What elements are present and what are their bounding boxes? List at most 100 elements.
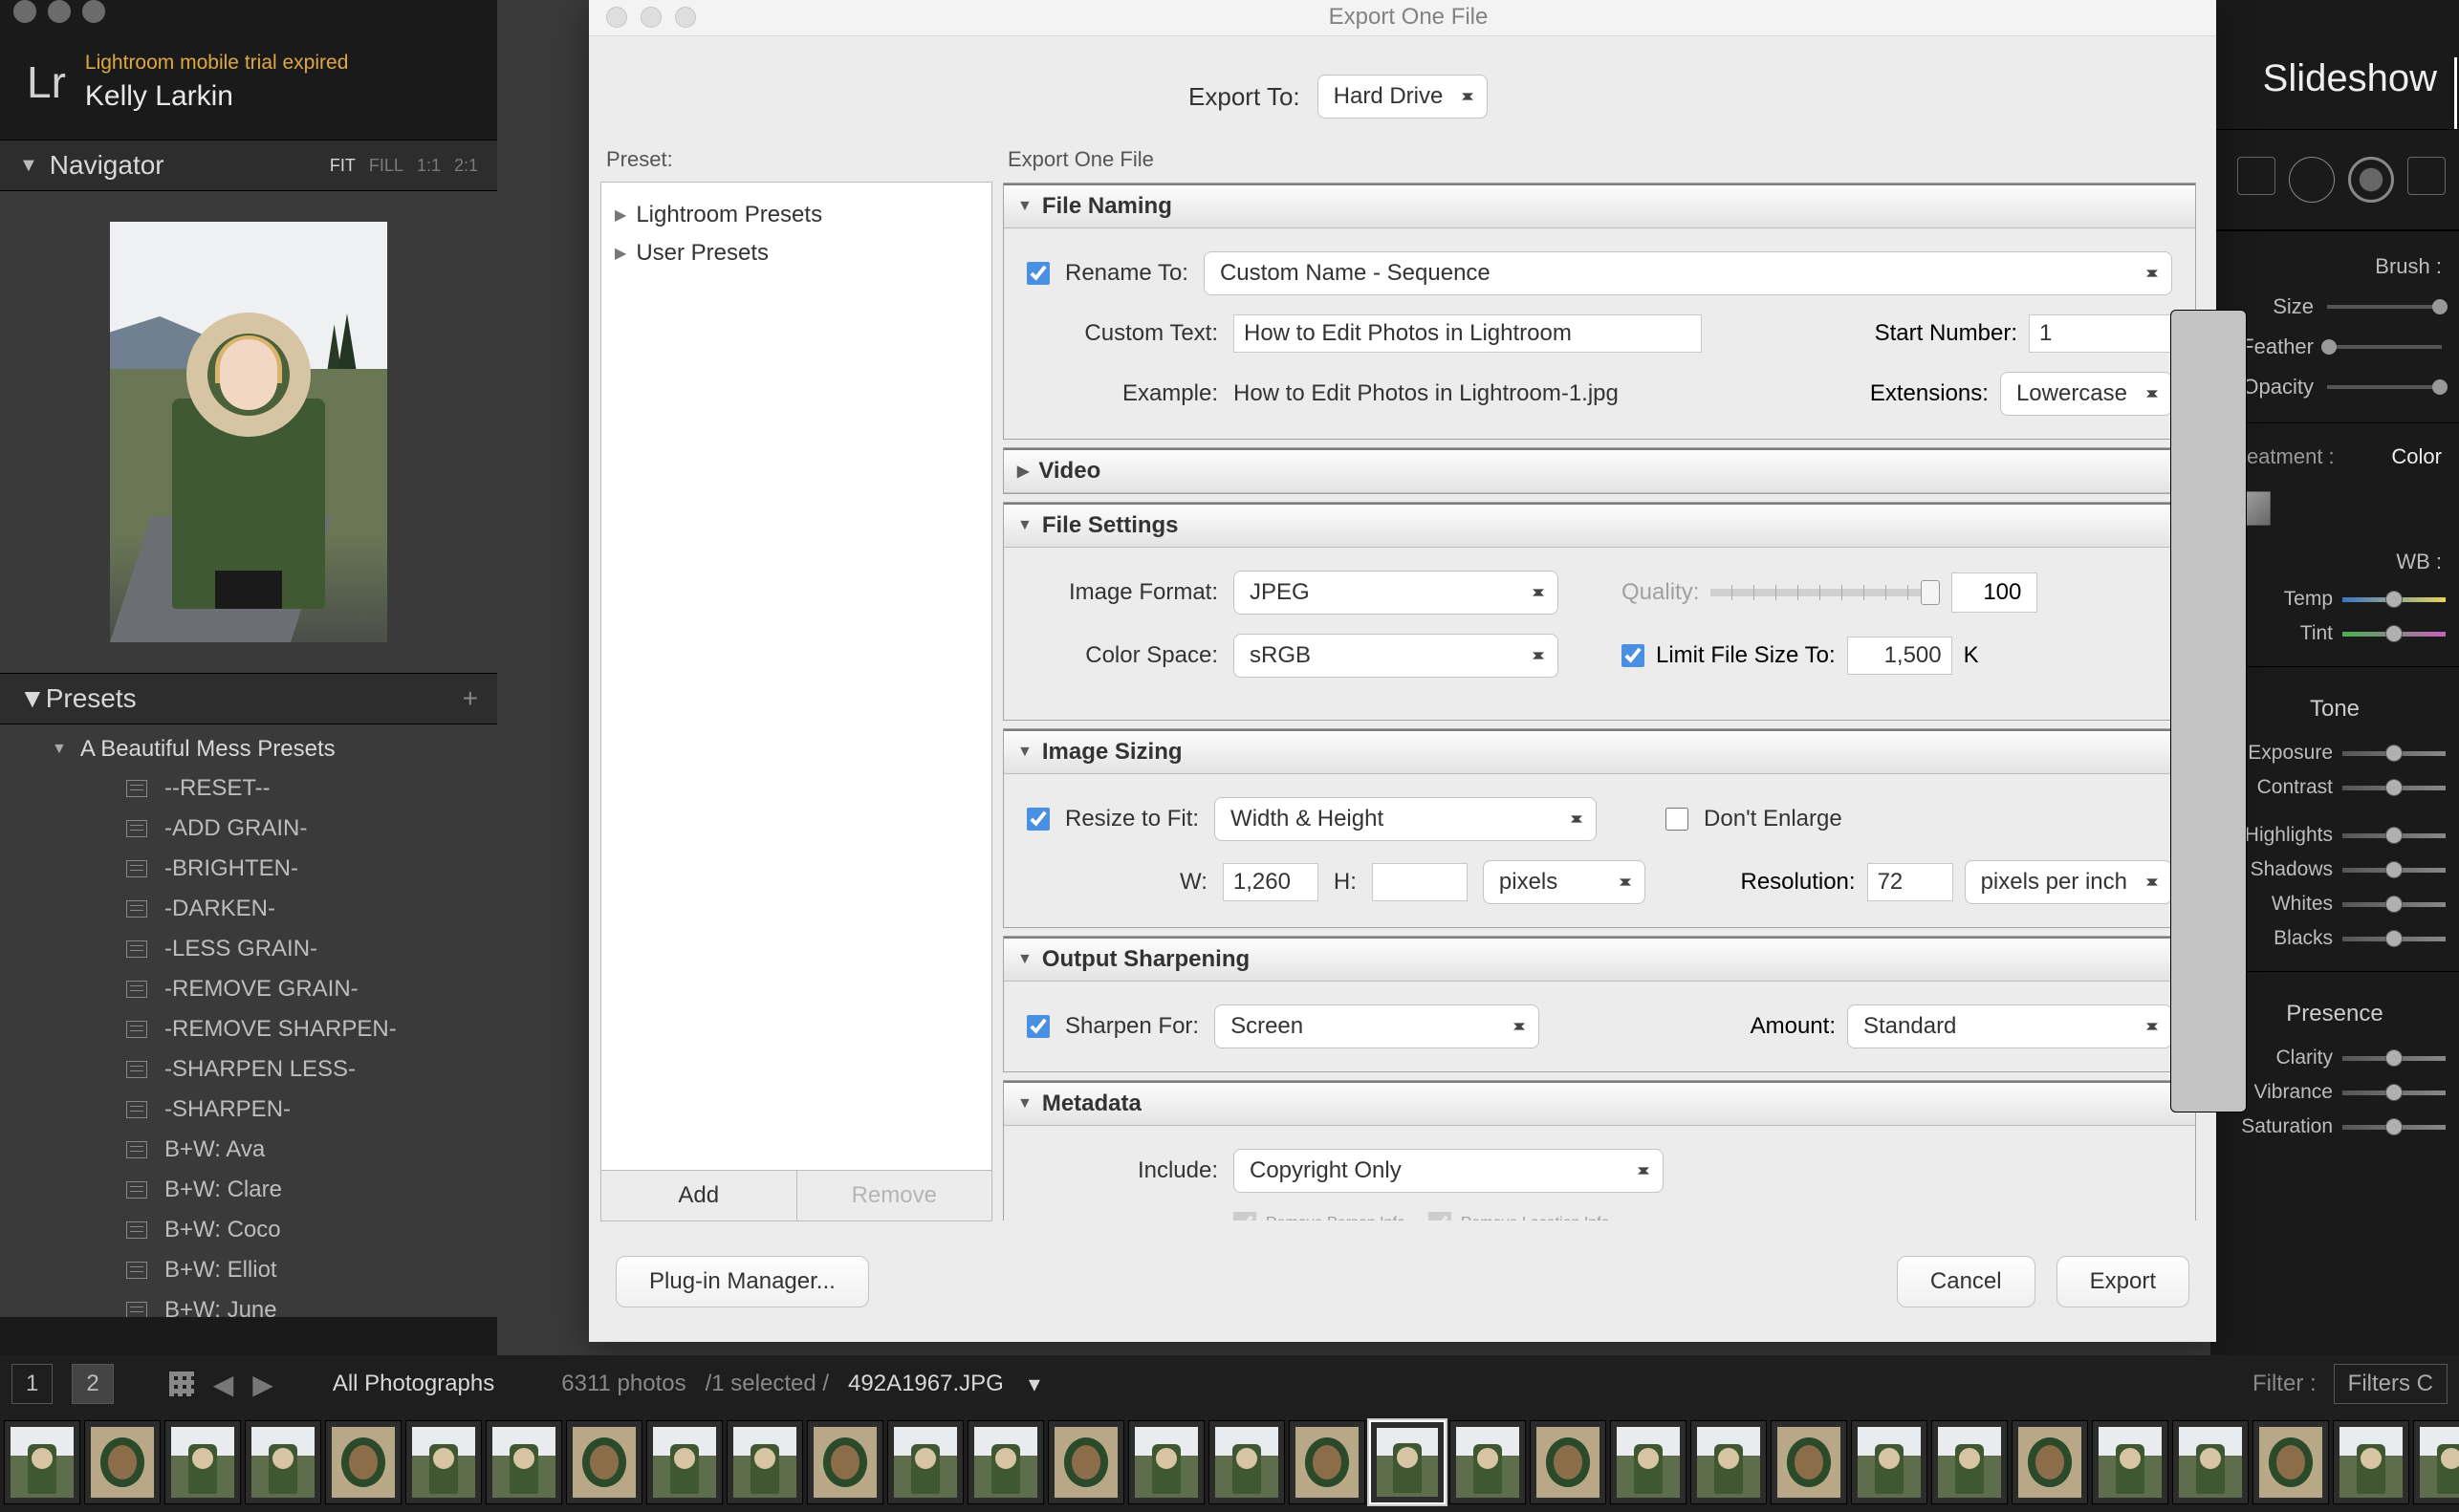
image-sizing-header[interactable]: ▼Image Sizing [1004, 729, 2195, 774]
crop-tool-icon[interactable] [2237, 157, 2275, 195]
collection-name[interactable]: All Photographs [333, 1371, 494, 1397]
filmstrip-thumb[interactable] [2413, 1420, 2459, 1504]
filmstrip-thumb[interactable] [1690, 1420, 1767, 1504]
opacity-slider[interactable] [2327, 385, 2442, 389]
sharpen-for-checkbox[interactable] [1027, 1015, 1050, 1038]
presets-panel-header[interactable]: ▼ Presets + [0, 673, 497, 724]
custom-text-input[interactable] [1233, 314, 1702, 353]
quality-slider[interactable] [1710, 589, 1940, 596]
preset-folder[interactable]: ▶User Presets [615, 234, 978, 272]
minimize-icon[interactable] [641, 7, 662, 28]
contrast-slider[interactable] [2342, 786, 2446, 790]
filmstrip-thumb[interactable] [1128, 1420, 1205, 1504]
filmstrip-thumb[interactable] [245, 1420, 321, 1504]
highlights-slider[interactable] [2342, 833, 2446, 838]
filmstrip-thumb[interactable] [1771, 1420, 1847, 1504]
preset-item[interactable]: -BRIGHTEN- [0, 849, 497, 889]
filmstrip-thumb[interactable] [1530, 1420, 1606, 1504]
minimize-icon[interactable] [48, 0, 71, 23]
preset-item[interactable]: -REMOVE SHARPEN- [0, 1009, 497, 1049]
filmstrip-thumb[interactable] [1449, 1420, 1526, 1504]
color-space-select[interactable]: sRGB [1233, 634, 1558, 678]
sharpen-amount-select[interactable]: Standard [1847, 1004, 2172, 1048]
size-unit-select[interactable]: pixels [1483, 860, 1645, 904]
preset-item[interactable]: B+W: Coco [0, 1210, 497, 1250]
filmstrip-thumb[interactable] [2012, 1420, 2088, 1504]
close-icon[interactable] [606, 7, 627, 28]
filmstrip-thumb[interactable] [1048, 1420, 1124, 1504]
rename-to-checkbox[interactable] [1027, 262, 1050, 285]
filters-toggle[interactable]: Filters C [2334, 1364, 2448, 1404]
resolution-unit-select[interactable]: pixels per inch [1965, 860, 2172, 904]
spot-tool-icon[interactable] [2289, 157, 2335, 203]
metadata-header[interactable]: ▼Metadata [1004, 1081, 2195, 1126]
chevron-down-icon[interactable]: ▾ [1029, 1371, 1040, 1398]
filmstrip-thumb[interactable] [1208, 1420, 1285, 1504]
filmstrip-thumb[interactable] [2252, 1420, 2329, 1504]
limit-filesize-checkbox[interactable] [1621, 644, 1644, 667]
filmstrip-thumb[interactable] [968, 1420, 1044, 1504]
filmstrip-thumb[interactable] [4, 1420, 80, 1504]
filmstrip-thumb[interactable] [84, 1420, 161, 1504]
filmstrip-thumb[interactable] [2333, 1420, 2409, 1504]
preset-item[interactable]: -REMOVE GRAIN- [0, 969, 497, 1009]
shadows-slider[interactable] [2342, 868, 2446, 873]
filmstrip-thumb[interactable] [1851, 1420, 1927, 1504]
filmstrip-thumb[interactable] [727, 1420, 803, 1504]
filmstrip-thumb[interactable] [1610, 1420, 1686, 1504]
zoom-2to1[interactable]: 2:1 [454, 156, 478, 176]
extensions-select[interactable]: Lowercase [2000, 372, 2172, 416]
preset-item[interactable]: -LESS GRAIN- [0, 929, 497, 969]
navigator-panel-header[interactable]: ▼ Navigator FIT FILL 1:1 2:1 [0, 140, 497, 191]
vibrance-slider[interactable] [2342, 1091, 2446, 1095]
preset-item[interactable]: -ADD GRAIN- [0, 809, 497, 849]
preset-folder[interactable]: ▶Lightroom Presets [615, 196, 978, 234]
export-to-select[interactable]: Hard Drive [1317, 75, 1489, 119]
feather-slider[interactable] [2327, 345, 2442, 349]
filmstrip-thumb[interactable] [1289, 1420, 1365, 1504]
close-icon[interactable] [13, 0, 36, 23]
filmstrip-thumb[interactable] [2092, 1420, 2168, 1504]
width-input[interactable] [1223, 863, 1318, 901]
filmstrip-thumb[interactable] [164, 1420, 241, 1504]
filmstrip[interactable] [0, 1413, 2459, 1512]
sharpen-for-select[interactable]: Screen [1214, 1004, 1539, 1048]
cancel-button[interactable]: Cancel [1897, 1256, 2035, 1307]
filmstrip-thumb[interactable] [325, 1420, 402, 1504]
filmstrip-thumb[interactable] [2172, 1420, 2249, 1504]
rename-template-select[interactable]: Custom Name - Sequence [1204, 251, 2172, 295]
secondary-display-1[interactable]: 1 [11, 1364, 53, 1404]
filmstrip-thumb[interactable] [1931, 1420, 2008, 1504]
whites-slider[interactable] [2342, 902, 2446, 907]
size-slider[interactable] [2327, 305, 2442, 309]
preset-item[interactable]: B+W: Elliot [0, 1250, 497, 1290]
blacks-slider[interactable] [2342, 937, 2446, 941]
preset-item[interactable]: B+W: June [0, 1290, 497, 1317]
file-naming-header[interactable]: ▼File Naming [1004, 184, 2195, 228]
zoom-icon[interactable] [82, 0, 105, 23]
filmstrip-thumb[interactable] [887, 1420, 964, 1504]
preset-list[interactable]: ▶Lightroom Presets ▶User Presets [600, 182, 992, 1171]
resize-to-fit-checkbox[interactable] [1027, 808, 1050, 831]
brush-tool-icon[interactable] [2407, 157, 2446, 195]
file-settings-header[interactable]: ▼File Settings [1004, 503, 2195, 548]
resize-mode-select[interactable]: Width & Height [1214, 797, 1597, 841]
preset-item[interactable]: -SHARPEN- [0, 1090, 497, 1130]
output-sharpening-header[interactable]: ▼Output Sharpening [1004, 937, 2195, 982]
secondary-display-2[interactable]: 2 [72, 1364, 113, 1404]
limit-filesize-input[interactable] [1847, 637, 1952, 675]
filmstrip-thumb[interactable] [486, 1420, 562, 1504]
clarity-slider[interactable] [2342, 1056, 2446, 1061]
preset-item[interactable]: B+W: Clare [0, 1170, 497, 1210]
tint-slider[interactable] [2342, 632, 2446, 637]
temp-slider[interactable] [2342, 597, 2446, 602]
zoom-1to1[interactable]: 1:1 [417, 156, 441, 176]
preset-group[interactable]: ▼A Beautiful Mess Presets [0, 724, 497, 768]
start-number-input[interactable] [2029, 314, 2172, 353]
zoom-fill[interactable]: FILL [369, 156, 403, 176]
preset-item[interactable]: --RESET-- [0, 768, 497, 809]
image-format-select[interactable]: JPEG [1233, 571, 1558, 615]
preset-item[interactable]: -SHARPEN LESS- [0, 1049, 497, 1090]
grid-view-icon[interactable] [169, 1372, 194, 1396]
dont-enlarge-checkbox[interactable] [1665, 808, 1688, 831]
